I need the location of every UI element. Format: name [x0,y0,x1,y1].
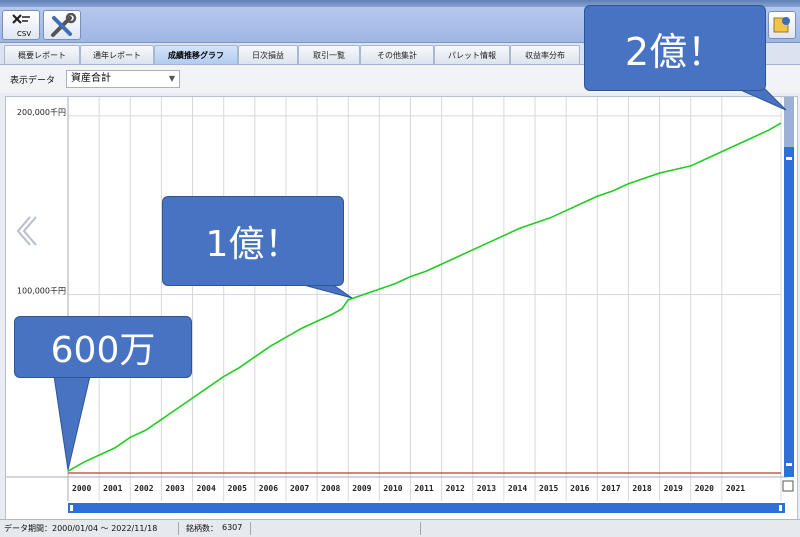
x-tick-label: 2012 [446,484,465,493]
chart-panel: 200,000千円 100,000千円 2000 2001 2002 2003 2004 20… [5,96,798,520]
tab-yearly[interactable]: 通年レポート [80,45,154,64]
tab-trades[interactable]: 取引一覧 [298,45,360,64]
vertical-scrollbar-thumb[interactable] [784,97,794,147]
x-tick-label: 2014 [508,484,527,493]
help-icon [773,17,790,33]
count-value: 6307 [222,523,243,532]
period-label: データ期間： [4,524,52,533]
x-tick-label: 2005 [228,484,247,493]
period-value: 2000/01/04 ～ 2022/11/18 [52,524,158,533]
scroll-handle-left[interactable] [70,505,73,511]
y-tick-label: 200,000千円 [17,107,66,117]
x-tick-label: 2004 [197,484,216,493]
x-tick-label: 2019 [664,484,683,493]
horizontal-scrollbar[interactable] [68,503,785,513]
x-tick-label: 2016 [570,484,589,493]
tab-other-stats[interactable]: その他集計 [360,45,434,64]
x-tick-label: 2009 [352,484,371,493]
status-divider [420,522,421,535]
display-data-label: 表示データ [10,76,56,86]
x-tick-label: 2002 [134,484,153,493]
tab-pallet-info[interactable]: パレット情報 [434,45,510,64]
vertical-scrollbar-track[interactable] [784,97,794,477]
x-tick-label: 2008 [321,484,340,493]
help-button[interactable] [768,11,796,39]
x-tick-label: 2015 [539,484,558,493]
status-divider [250,522,251,535]
x-tick-label: 2003 [165,484,184,493]
x-tick-label: 2020 [695,484,714,493]
x-tick-label: 2000 [72,484,91,493]
x-tick-label: 2010 [383,484,402,493]
callout-600man: 600万 [14,316,192,378]
chevron-down-icon: ▼ [168,74,175,83]
zoom-checkbox[interactable] [782,480,794,492]
x-tick-label: 2018 [632,484,651,493]
tab-return-dist[interactable]: 収益率分布 [510,45,580,64]
app-window: CSV 概要レポート 通年レポート 成績推移グラフ 日次損益 取引一覧 その他集… [0,0,800,537]
count-label: 銘柄数： [186,524,218,533]
status-divider [178,522,179,535]
prev-chevron-icon[interactable] [16,216,37,246]
y-tick-label: 100,000千円 [17,285,66,295]
status-bar: データ期間： 2000/01/04 ～ 2022/11/18 銘柄数： 6307 [0,519,800,537]
display-data-select[interactable]: 資産合計 ▼ [66,70,180,88]
x-tick-label: 2021 [726,484,745,493]
total-assets-line [67,122,782,472]
display-data-value: 資産合計 [71,73,111,84]
x-tick-label: 2011 [414,484,433,493]
callout-1oku: 1億！ [162,196,344,286]
scroll-handle-right[interactable] [779,505,782,511]
tab-daily-pnl[interactable]: 日次損益 [238,45,298,64]
performance-chart: 200,000千円 100,000千円 2000 2001 2002 2003 2004 20… [6,97,794,513]
csv-export-button[interactable]: CSV [2,10,40,40]
x-tick-label: 2017 [601,484,620,493]
x-tick-label: 2006 [259,484,278,493]
x-tick-label: 2007 [290,484,309,493]
scroll-marker [786,157,792,160]
callout-2oku: 2億！ [584,5,766,91]
tab-performance-chart[interactable]: 成績推移グラフ [154,45,238,64]
tools-icon [51,13,77,37]
scroll-marker [786,463,792,466]
x-tick-label: 2001 [103,484,122,493]
settings-tools-button[interactable] [43,10,81,40]
x-tick-label: 2013 [477,484,496,493]
csv-label: CSV [17,30,32,38]
tab-overview[interactable]: 概要レポート [4,45,80,64]
